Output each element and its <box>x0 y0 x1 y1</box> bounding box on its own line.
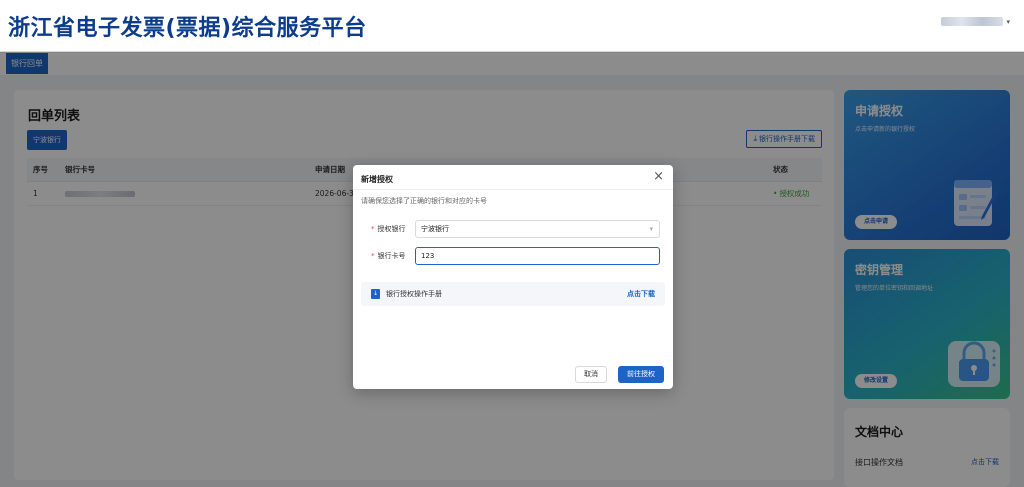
app-title: 浙江省电子发票(票据)综合服务平台 <box>8 16 367 41</box>
close-icon[interactable]: × <box>653 169 664 184</box>
bank-field-label: * 授权银行 <box>371 220 406 238</box>
card-field-row: * 银行卡号 <box>353 247 673 265</box>
bank-select[interactable]: 宁波银行 ▾ <box>415 220 660 238</box>
document-icon: ↓ <box>371 289 380 299</box>
dialog-hint: 请确保您选择了正确的银行和对应的卡号 <box>361 197 487 205</box>
user-name-redacted <box>941 17 1004 26</box>
bank-field-label-text: 授权银行 <box>377 225 406 233</box>
cancel-button[interactable]: 取消 <box>575 366 607 383</box>
card-number-input[interactable] <box>415 247 660 265</box>
bank-select-value: 宁波银行 <box>421 225 449 233</box>
card-field-label: * 银行卡号 <box>371 247 406 265</box>
dialog-divider <box>353 189 673 190</box>
bank-field-row: * 授权银行 宁波银行 ▾ <box>353 220 673 238</box>
card-field-label-text: 银行卡号 <box>377 252 406 260</box>
app-header: 浙江省电子发票(票据)综合服务平台 ▾ <box>0 0 1024 52</box>
user-menu[interactable]: ▾ <box>941 17 1010 26</box>
add-authorization-dialog: 新增授权 × 请确保您选择了正确的银行和对应的卡号 * 授权银行 宁波银行 ▾ *… <box>353 165 673 389</box>
manual-download-bar: ↓ 银行授权操作手册 点击下载 <box>361 282 665 306</box>
chevron-down-icon: ▾ <box>649 225 653 233</box>
manual-name: 银行授权操作手册 <box>386 290 442 298</box>
required-marker: * <box>371 252 375 260</box>
manual-download-link[interactable]: 点击下载 <box>627 282 655 306</box>
required-marker: * <box>371 225 375 233</box>
go-authorize-button[interactable]: 前往授权 <box>618 366 664 383</box>
chevron-down-icon: ▾ <box>1006 17 1010 26</box>
dialog-title: 新增授权 <box>361 175 393 184</box>
